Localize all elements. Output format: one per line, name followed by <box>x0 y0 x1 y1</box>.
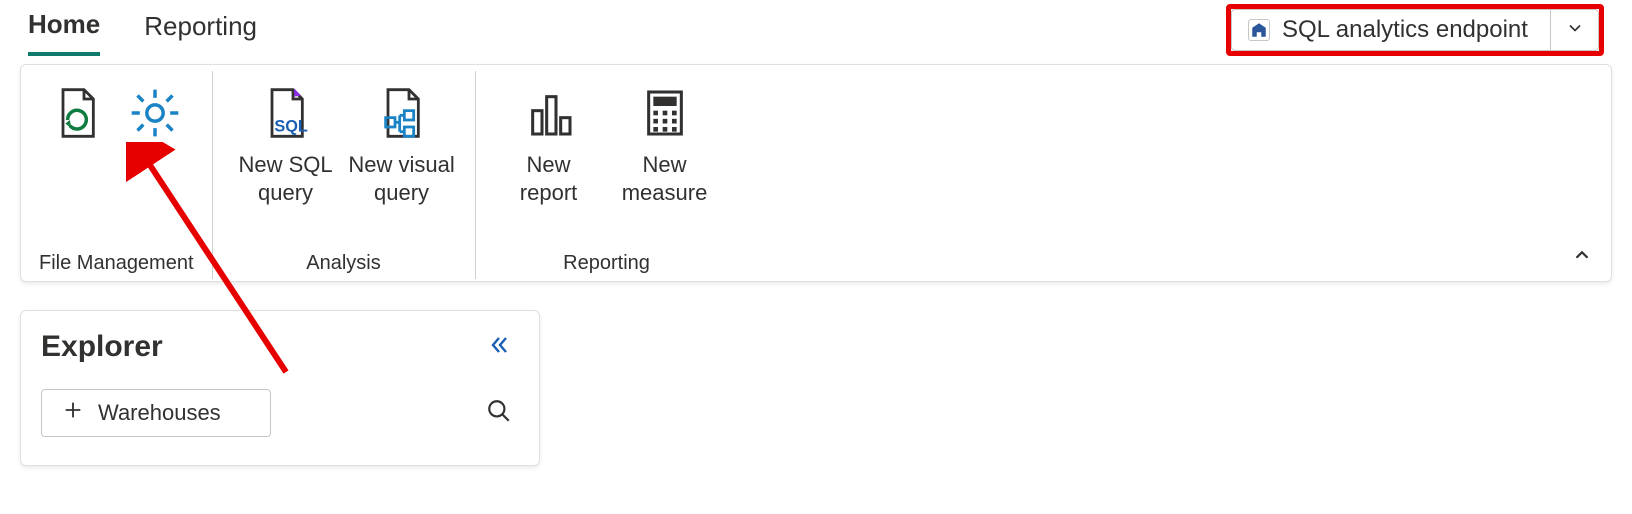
button-label: Warehouses <box>98 400 221 426</box>
chevron-down-icon <box>1565 18 1585 43</box>
collapse-explorer-button[interactable] <box>479 327 519 367</box>
endpoint-dropdown-button[interactable] <box>1551 9 1599 51</box>
button-label: New SQL query <box>238 151 332 206</box>
button-label: New measure <box>622 151 708 206</box>
new-sql-query-button[interactable]: SQL New SQL query <box>231 77 341 206</box>
search-button[interactable] <box>479 393 519 433</box>
file-refresh-icon <box>45 81 109 145</box>
ribbon-group-label: File Management <box>39 252 194 279</box>
chevron-double-left-icon <box>487 333 511 362</box>
warehouse-icon <box>1248 19 1270 41</box>
explorer-title: Explorer <box>41 330 163 364</box>
add-warehouses-button[interactable]: Warehouses <box>41 389 271 437</box>
tab-reporting[interactable]: Reporting <box>144 7 257 54</box>
settings-button[interactable] <box>119 77 191 151</box>
svg-text:SQL: SQL <box>274 118 308 136</box>
new-visual-query-button[interactable]: New visual query <box>347 77 457 206</box>
search-icon <box>486 398 512 429</box>
ribbon-group-file-management: File Management <box>21 71 212 279</box>
visual-query-icon <box>370 81 434 145</box>
new-measure-button[interactable]: New measure <box>610 77 720 206</box>
ribbon-group-reporting: New report New measure Re <box>475 71 738 279</box>
refresh-button[interactable] <box>41 77 113 151</box>
tabbar: Home Reporting SQL analytics endpoint <box>0 0 1632 60</box>
sql-file-icon: SQL <box>254 81 318 145</box>
endpoint-label: SQL analytics endpoint <box>1282 16 1528 44</box>
button-label: New report <box>520 151 577 206</box>
ribbon-group-label: Reporting <box>563 252 650 279</box>
endpoint-selector-highlight: SQL analytics endpoint <box>1226 4 1604 56</box>
ribbon-group-label: Analysis <box>306 252 380 279</box>
gear-icon <box>123 81 187 145</box>
calculator-icon <box>633 81 697 145</box>
button-label: New visual query <box>348 151 454 206</box>
ribbon: File Management SQL New SQL query <box>20 64 1612 282</box>
plus-icon <box>62 399 84 427</box>
collapse-ribbon-button[interactable] <box>1571 244 1593 271</box>
endpoint-selector[interactable]: SQL analytics endpoint <box>1231 9 1551 51</box>
chevron-up-icon <box>1571 253 1593 270</box>
new-report-button[interactable]: New report <box>494 77 604 206</box>
explorer-panel: Explorer Warehouses <box>20 310 540 466</box>
bar-chart-icon <box>517 81 581 145</box>
tab-home[interactable]: Home <box>28 5 100 56</box>
ribbon-group-analysis: SQL New SQL query <box>212 71 475 279</box>
